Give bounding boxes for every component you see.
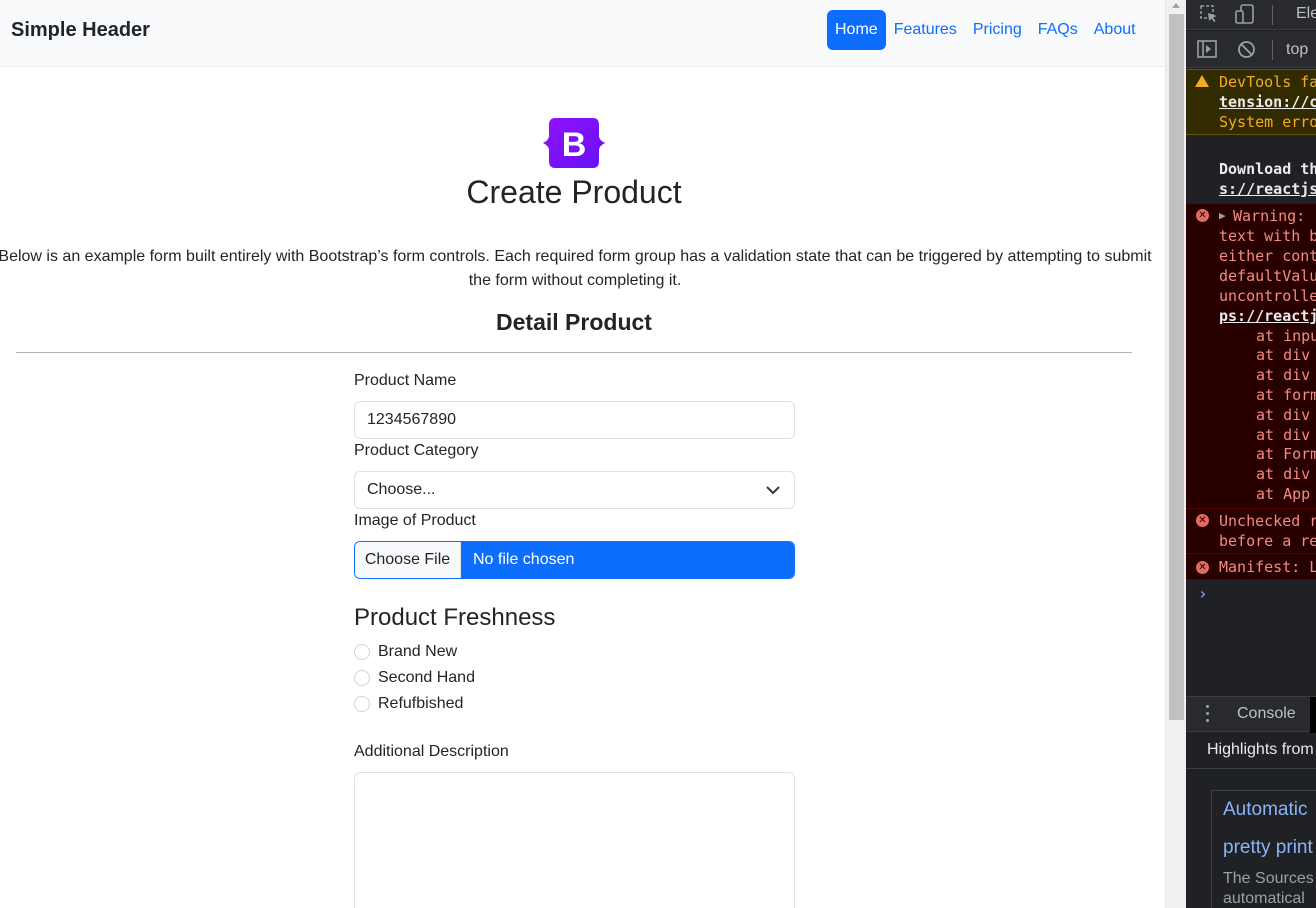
warn-line-1: DevTools fa xyxy=(1219,73,1316,91)
section-divider xyxy=(16,352,1132,353)
page-scrollbar[interactable] xyxy=(1165,0,1186,908)
navbar: Simple Header Home Features Pricing FAQs… xyxy=(0,0,1165,67)
tab-console[interactable]: Console xyxy=(1237,705,1296,723)
download-line-1: Download th xyxy=(1219,160,1316,178)
product-freshness-title: Product Freshness xyxy=(354,604,556,631)
download-link[interactable]: s://reactjs xyxy=(1219,179,1316,199)
error2-line-2: before a re xyxy=(1219,532,1316,550)
radio-second-hand-label[interactable]: Second Hand xyxy=(378,669,475,687)
product-name-input[interactable]: 1234567890 xyxy=(354,401,795,439)
section-title: Detail Product xyxy=(496,309,652,335)
context-selector[interactable]: top xyxy=(1286,41,1308,59)
image-of-product-label: Image of Product xyxy=(354,512,476,529)
product-category-select[interactable]: Choose... xyxy=(354,471,795,509)
stack-line-3: at div xyxy=(1256,366,1311,384)
drawer-tab-bar: Console xyxy=(1186,696,1316,733)
nav-faqs[interactable]: FAQs xyxy=(1030,10,1086,50)
radio-brand-new-label[interactable]: Brand New xyxy=(378,643,457,661)
highlights-divider xyxy=(1186,768,1316,769)
radio-refurbished-row[interactable]: Refufbished xyxy=(354,694,463,714)
toolbar-divider xyxy=(1272,5,1273,25)
bootstrap-logo-icon: B xyxy=(543,118,605,168)
radio-brand-new-row[interactable]: Brand New xyxy=(354,642,457,662)
card-link-automatic[interactable]: Automatic xyxy=(1223,799,1307,821)
stack-line-1: at inpu xyxy=(1256,327,1316,345)
card-link-pretty-print[interactable]: pretty print xyxy=(1223,837,1313,859)
stack-line-6: at div xyxy=(1256,426,1311,444)
additional-description-label: Additional Description xyxy=(354,743,509,760)
devtools-toolbar: Ele xyxy=(1186,0,1316,30)
radio-second-hand-row[interactable]: Second Hand xyxy=(354,668,475,688)
stack-line-4: at form xyxy=(1256,386,1316,404)
tab-elements[interactable]: Ele xyxy=(1296,5,1316,23)
lead-line-1: Below is an example form built entirely … xyxy=(0,248,1152,265)
stack-line-8: at div xyxy=(1256,465,1311,483)
device-toolbar-icon[interactable] xyxy=(1234,3,1256,25)
brand-title[interactable]: Simple Header xyxy=(11,19,150,42)
error3-line: Manifest: L xyxy=(1219,558,1316,576)
inspect-element-icon[interactable] xyxy=(1199,4,1219,24)
radio-refurbished[interactable] xyxy=(354,696,370,712)
console-toolbar: top xyxy=(1186,31,1316,68)
console-prompt-chevron-icon[interactable]: › xyxy=(1198,584,1208,603)
nav-pricing[interactable]: Pricing xyxy=(965,10,1030,50)
category-selected-value: Choose... xyxy=(367,481,436,498)
warn-line-3: System erro xyxy=(1219,113,1316,131)
clear-console-icon[interactable] xyxy=(1237,40,1256,59)
card-text-line-2: automatical xyxy=(1223,890,1305,907)
active-tab-edge xyxy=(1310,697,1316,733)
error-icon: ✕ xyxy=(1196,561,1209,574)
warn-line-2[interactable]: tension://c xyxy=(1219,92,1316,112)
choose-file-button[interactable]: Choose File xyxy=(355,542,461,578)
radio-refurbished-label[interactable]: Refufbished xyxy=(378,695,463,713)
scroll-thumb[interactable] xyxy=(1169,14,1184,720)
radio-brand-new[interactable] xyxy=(354,644,370,660)
error1-line-4: defaultValu xyxy=(1219,267,1316,285)
error2-line-1: Unchecked r xyxy=(1219,512,1316,530)
nav-features[interactable]: Features xyxy=(886,10,965,50)
error-icon: ✕ xyxy=(1196,209,1209,222)
nav-home[interactable]: Home xyxy=(827,10,886,50)
sidebar-toggle-icon[interactable] xyxy=(1197,40,1217,58)
lead-text: Below is an example form built entirely … xyxy=(0,245,1160,293)
toolbar-divider xyxy=(1272,40,1273,60)
app-page: Simple Header Home Features Pricing FAQs… xyxy=(0,0,1165,908)
error1-line-5: uncontrolle xyxy=(1219,287,1316,305)
card-text-line-1: The Sources xyxy=(1223,870,1314,887)
additional-description-textarea[interactable] xyxy=(354,772,795,908)
warning-icon xyxy=(1195,75,1209,87)
nav-about[interactable]: About xyxy=(1086,10,1144,50)
error1-link[interactable]: ps://reactj xyxy=(1219,306,1316,326)
logo-letter: B xyxy=(562,126,587,164)
lead-line-2: the form without completing it. xyxy=(468,272,682,289)
stack-line-5: at div xyxy=(1256,406,1311,424)
error1-line-2: text with b xyxy=(1219,227,1316,245)
page-title: Create Product xyxy=(466,174,682,210)
product-name-label: Product Name xyxy=(354,372,457,389)
devtools-panel: Ele top DevTools fa tension://c System e… xyxy=(1186,0,1316,908)
more-options-icon[interactable] xyxy=(1206,705,1209,725)
product-image-file-input[interactable]: Choose File No file chosen xyxy=(354,541,795,579)
chevron-down-icon xyxy=(766,486,780,495)
stack-line-2: at div xyxy=(1256,346,1311,364)
stack-line-9: at App xyxy=(1256,485,1311,503)
error1-line-1: Warning: xyxy=(1233,207,1306,225)
error1-line-3: either cont xyxy=(1219,247,1316,265)
nav-links: Home Features Pricing FAQs About xyxy=(827,10,1144,50)
radio-second-hand[interactable] xyxy=(354,670,370,686)
stack-line-7: at Form xyxy=(1256,445,1316,463)
file-status-text: No file chosen xyxy=(461,542,794,578)
scroll-up-arrow-icon[interactable] xyxy=(1172,3,1180,8)
highlights-heading: Highlights from xyxy=(1207,741,1314,758)
product-category-label: Product Category xyxy=(354,442,479,459)
expand-triangle-icon[interactable]: ▶ xyxy=(1219,206,1226,226)
error-icon: ✕ xyxy=(1196,514,1209,527)
